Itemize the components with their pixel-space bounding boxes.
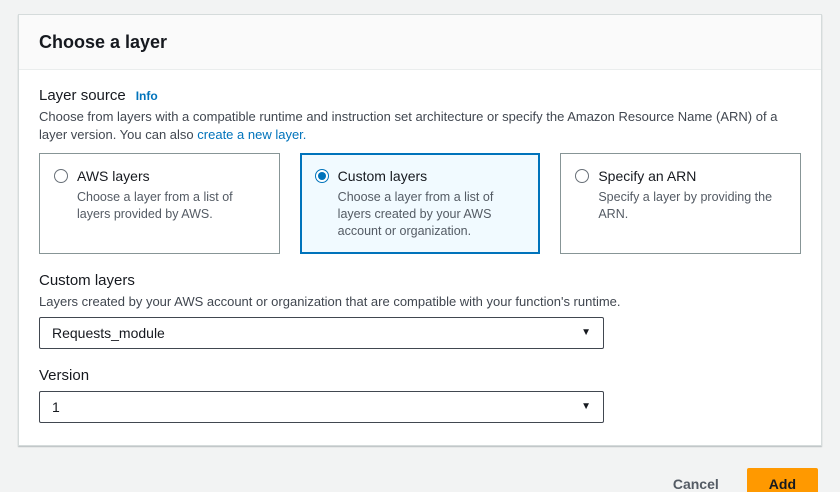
layer-source-description-text: Choose from layers with a compatible run…: [39, 109, 777, 142]
tile-title: Custom layers: [338, 167, 516, 185]
tile-title: Specify an ARN: [598, 167, 776, 185]
custom-layers-description: Layers created by your AWS account or or…: [39, 293, 801, 311]
version-section: Version 1 ▼: [39, 366, 801, 423]
radio-button-custom-layers[interactable]: [315, 169, 329, 183]
custom-layers-label: Custom layers: [39, 271, 801, 290]
tile-content: Specify an ARN Specify a layer by provid…: [598, 167, 776, 223]
tile-description: Specify a layer by providing the ARN.: [598, 189, 776, 223]
panel-header: Choose a layer: [19, 15, 821, 70]
radio-button-aws-layers[interactable]: [54, 169, 68, 183]
version-select[interactable]: 1 ▼: [39, 391, 604, 423]
custom-layers-select[interactable]: Requests_module ▼: [39, 317, 604, 349]
cancel-button[interactable]: Cancel: [673, 476, 719, 492]
tile-description: Choose a layer from a list of layers pro…: [77, 189, 255, 223]
version-label: Version: [39, 366, 801, 385]
layer-source-description: Choose from layers with a compatible run…: [39, 108, 801, 144]
tile-custom-layers[interactable]: Custom layers Choose a layer from a list…: [300, 153, 541, 254]
tile-content: Custom layers Choose a layer from a list…: [338, 167, 516, 240]
custom-layers-select-value: Requests_module: [52, 325, 165, 341]
tile-aws-layers[interactable]: AWS layers Choose a layer from a list of…: [39, 153, 280, 254]
layer-source-tiles: AWS layers Choose a layer from a list of…: [39, 153, 801, 254]
tile-specify-an-arn[interactable]: Specify an ARN Specify a layer by provid…: [560, 153, 801, 254]
tile-title: AWS layers: [77, 167, 255, 185]
layer-source-label: Layer source: [39, 86, 126, 105]
tile-description: Choose a layer from a list of layers cre…: [338, 189, 516, 240]
create-new-layer-link[interactable]: create a new layer.: [197, 127, 306, 142]
info-link[interactable]: Info: [136, 89, 158, 103]
panel-title: Choose a layer: [39, 32, 801, 53]
tile-content: AWS layers Choose a layer from a list of…: [77, 167, 255, 223]
add-button[interactable]: Add: [747, 468, 818, 492]
radio-button-specify-an-arn[interactable]: [575, 169, 589, 183]
version-select-value: 1: [52, 399, 60, 415]
layer-source-label-row: Layer source Info: [39, 86, 801, 105]
panel-body: Layer source Info Choose from layers wit…: [19, 70, 821, 445]
caret-down-icon: ▼: [581, 402, 591, 412]
caret-down-icon: ▼: [581, 328, 591, 338]
choose-a-layer-panel: Choose a layer Layer source Info Choose …: [18, 14, 822, 446]
custom-layers-section: Custom layers Layers created by your AWS…: [39, 271, 801, 349]
page-actions: Cancel Add: [18, 468, 818, 492]
